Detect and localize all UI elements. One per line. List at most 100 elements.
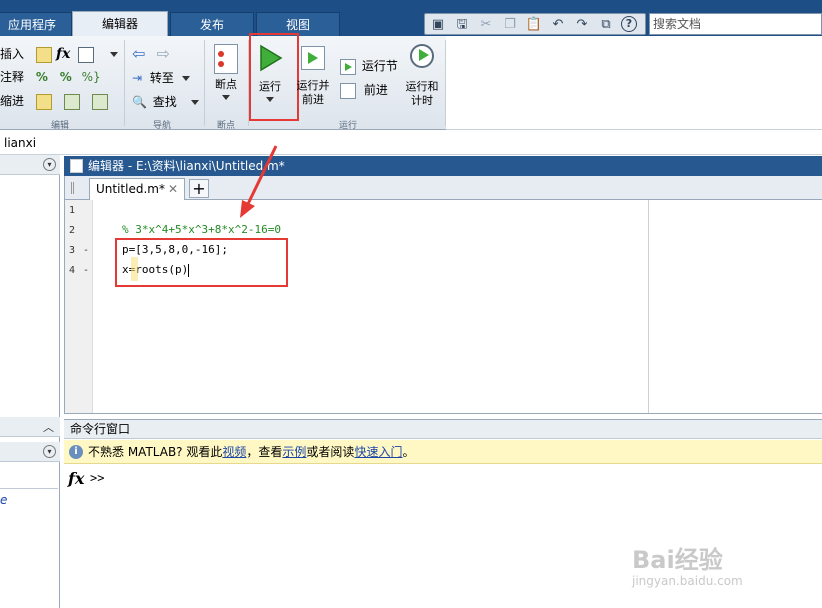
run-advance-label-1: 运行并 [296,79,330,92]
comment-button[interactable]: 注释 % % %} [0,67,101,87]
redo-icon[interactable]: ↷ [573,16,591,34]
code-highlight-box [115,238,288,287]
close-icon[interactable]: ✕ [168,179,178,199]
code-editor[interactable]: 1 2 3 - 4 - % 3*x^4+5*x^3+8*x^2-16=0 p=[… [64,200,822,414]
function-browser-icon[interactable]: fx [68,469,84,488]
code-line-comment: % 3*x^4+5*x^3+8*x^2-16=0 [122,223,281,236]
goto-button[interactable]: ⇥ 转至 [132,68,190,88]
info-text-suffix: 。 [402,445,415,459]
find-label: 查找 [152,95,177,109]
tab-strip: 应用程序 编辑器 发布 视图 ▣ 🖫 ✂ ❐ 📋 ↶ ↷ ⧉ ? 搜索文档 [0,0,822,36]
new-tab-button[interactable]: + [189,179,209,198]
find-button[interactable]: 🔍 查找 [132,92,199,112]
command-window-title: 命令行窗口 [70,422,131,436]
info-text-prefix: 不熟悉 MATLAB? 观看此 [88,445,223,459]
undo-icon[interactable]: ↶ [549,16,567,34]
current-folder-bar[interactable]: lianxi [0,131,822,155]
workspace-collapsed-header: ︿ [0,417,60,437]
paste-icon[interactable]: 📋 [525,16,543,34]
panel-menu-icon[interactable]: ▾ [43,158,56,171]
watermark-url: jingyan.baidu.com [632,574,743,588]
layout-icon[interactable]: ▣ [429,16,447,34]
tab-untitled[interactable]: Untitled.m* ✕ [89,178,185,200]
line-number: 1 [69,205,76,216]
section-divider [204,40,205,126]
smart-indent-icon [35,93,52,110]
advance-label: 前进 [363,83,388,97]
section-label-run: 运行 [338,121,357,131]
advance-button[interactable]: 前进 [340,80,388,100]
run-section-icon [340,58,356,75]
chevron-down-icon [190,100,199,105]
getting-started-link[interactable]: 快速入门 [354,445,402,459]
quick-access-toolbar: ▣ 🖫 ✂ ❐ 📋 ↶ ↷ ⧉ ? [424,13,646,35]
chevron-down-icon [109,52,118,57]
tab-untitled-label: Untitled.m* [96,182,165,196]
info-text-mid2: 或者阅读 [306,445,355,459]
switch-windows-icon[interactable]: ⧉ [597,16,615,34]
breakpoint-marker[interactable]: - [83,245,89,256]
back-forward-buttons[interactable]: ⇦ ⇨ [132,44,170,64]
stopwatch-icon [410,44,434,68]
run-and-time-button[interactable]: 运行和 计时 [402,44,442,108]
tab-publish[interactable]: 发布 [170,12,254,36]
indent-button[interactable]: 缩进 [0,91,108,111]
right-text-limit-line [648,200,649,413]
editor-tab-bar: Untitled.m* ✕ + [64,176,822,200]
insert-button[interactable]: 插入 [0,44,52,64]
workspace-item[interactable]: e [0,493,7,507]
save-icon[interactable]: 🖫 [453,16,471,34]
function-icon[interactable] [78,44,118,64]
run-and-advance-button[interactable]: 运行并 前进 [294,46,332,107]
goto-label: 转至 [149,71,174,85]
indent-label: 缩进 [0,94,25,108]
search-input[interactable]: 搜索文档 [649,13,822,35]
breakpoint-marker[interactable]: - [83,265,89,276]
fx-button[interactable]: fx [56,44,70,64]
document-icon [70,159,83,173]
left-panel: ▾ ︿ ▾ e [0,155,60,608]
insert-label: 插入 [0,47,25,61]
cut-icon[interactable]: ✂ [477,16,495,34]
tab-apps[interactable]: 应用程序 [0,12,72,36]
wrap-comment-icon: %} [81,70,101,84]
section-divider [445,40,446,126]
tab-editor[interactable]: 编辑器 [72,11,168,36]
copy-icon[interactable]: ❐ [501,16,519,34]
run-section-label: 运行节 [361,59,398,73]
comment-label: 注释 [0,70,25,84]
expand-up-icon[interactable]: ︿ [43,419,54,435]
run-advance-icon [301,46,325,70]
info-icon: i [69,445,83,459]
increase-indent-icon [63,93,80,110]
chevron-down-icon [222,95,230,100]
video-link[interactable]: 视频 [222,445,246,459]
breakpoints-icon [214,44,238,74]
forward-arrow-icon[interactable]: ⇨ [157,44,170,63]
help-icon[interactable]: ? [621,16,637,32]
tab-scroll-handle[interactable] [71,182,74,194]
run-button-highlight [249,33,299,121]
chevron-down-icon [181,76,190,81]
watermark-logo: Bai经验 [632,546,723,574]
editor-title: 编辑器 - E:\资料\lianxi\Untitled.m* [88,159,285,173]
section-label-breakpoints: 断点 [216,121,235,131]
advance-icon [340,82,356,99]
run-section-button[interactable]: 运行节 [340,56,398,76]
ribbon-empty-area [446,36,822,130]
current-folder-panel-header: ▾ [0,155,60,175]
line-number: 2 [69,225,76,236]
magnifier-icon: 🔍 [132,95,147,109]
examples-link[interactable]: 示例 [282,445,306,459]
breakpoints-button[interactable]: 断点 [208,44,244,100]
insert-icon [35,46,52,63]
info-text-mid: ，查看 [246,445,283,459]
workspace-column-header [0,467,58,489]
command-window-header: 命令行窗口 [64,419,822,439]
back-arrow-icon[interactable]: ⇦ [132,44,145,63]
editor-title-bar: 编辑器 - E:\资料\lianxi\Untitled.m* [64,156,822,176]
decrease-indent-icon [91,93,108,110]
panel-menu-icon[interactable]: ▾ [43,445,56,458]
workspace-panel-header: ▾ [0,442,60,462]
line-number: 4 [69,265,76,276]
